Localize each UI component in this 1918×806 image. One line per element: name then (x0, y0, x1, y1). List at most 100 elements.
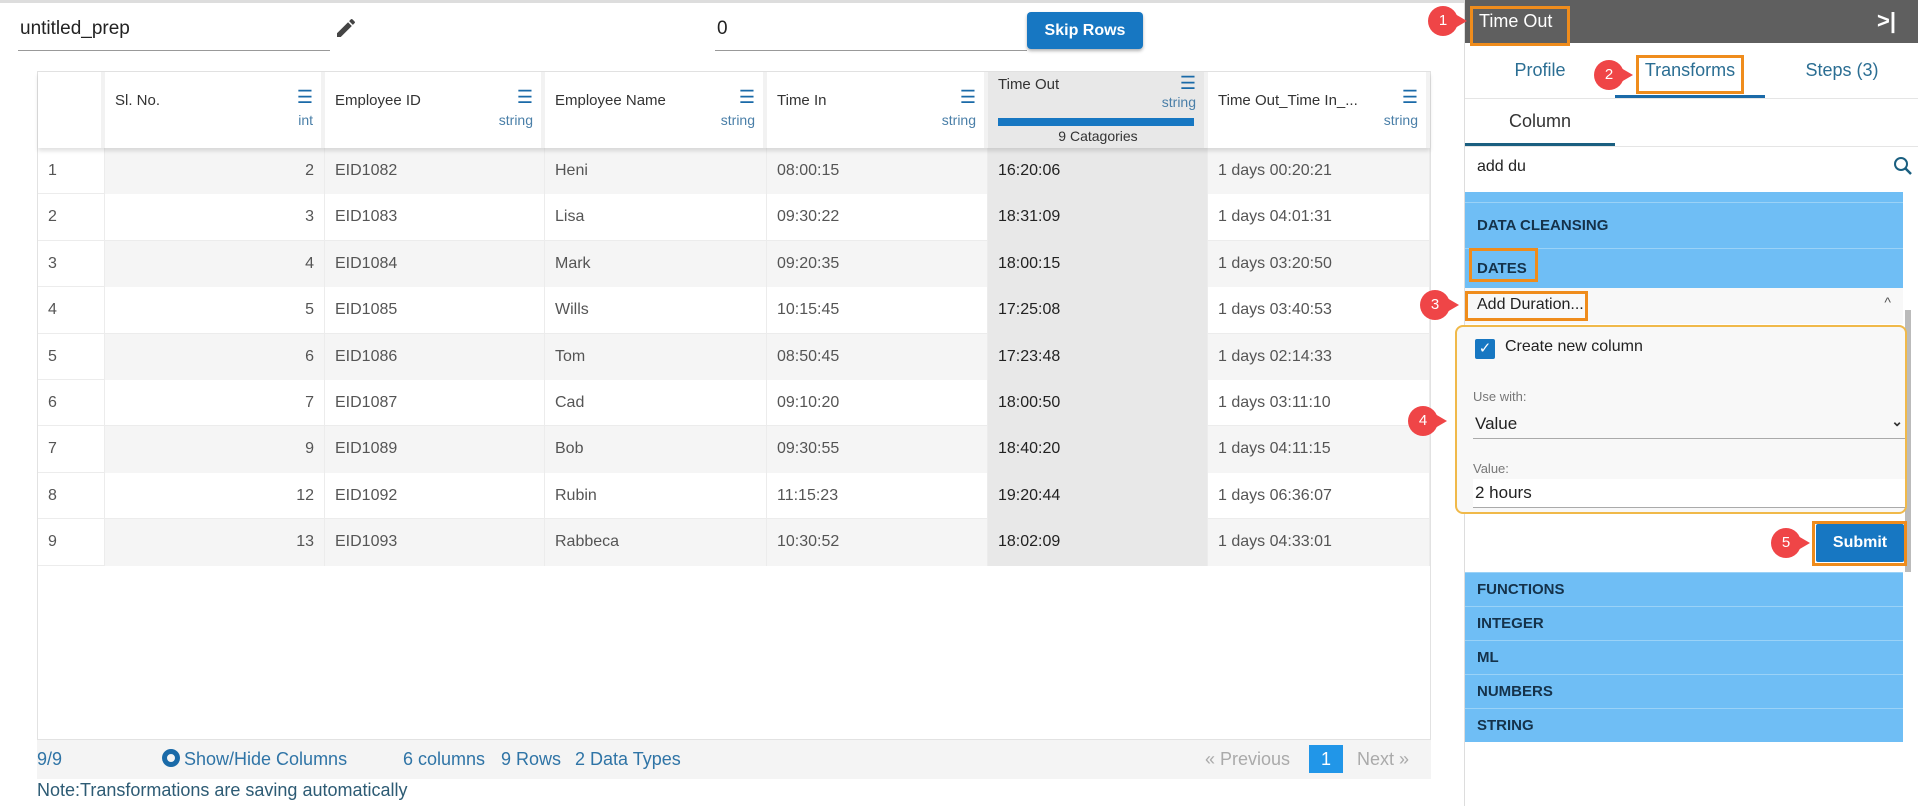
category-string[interactable]: STRING (1465, 708, 1903, 742)
value-input[interactable]: 2 hours (1473, 479, 1905, 508)
callout-4: 4 (1408, 406, 1447, 436)
table-cell: 1 days 03:11:10 (1208, 380, 1430, 427)
table-row[interactable]: 9 13 EID1093 Rabbeca 10:30:52 18:02:09 1 days … (38, 519, 1430, 566)
table-cell: 8 (38, 472, 105, 520)
use-with-label: Use with: (1473, 389, 1527, 404)
table-cell: 9 (38, 519, 105, 566)
table-cell: 1 days 02:14:33 (1208, 333, 1430, 380)
column-menu-icon[interactable]: ☰ (739, 88, 755, 106)
tab-profile[interactable]: Profile (1465, 43, 1615, 98)
column-menu-icon[interactable]: ☰ (1180, 74, 1196, 92)
column-menu-icon[interactable]: ☰ (960, 88, 976, 106)
table-cell: 3 (105, 194, 325, 241)
next-button[interactable]: Next » (1357, 749, 1409, 770)
table-row[interactable]: 1 2 EID1082 Heni 08:00:15 16:20:06 1 days 00:2… (38, 148, 1430, 195)
table-cell: EID1092 (325, 472, 545, 520)
column-header[interactable]: Sl. No. ☰ int (105, 72, 325, 148)
chevron-up-icon[interactable]: ^ (1884, 294, 1891, 310)
table-row[interactable]: 3 4 EID1084 Mark 09:20:35 18:00:15 1 days 03:2… (38, 240, 1430, 288)
tab-transforms[interactable]: Transforms (1615, 43, 1765, 98)
search-icon[interactable] (1893, 156, 1913, 181)
table-cell: EID1086 (325, 333, 545, 380)
table-cell: 2 (38, 194, 105, 241)
column-menu-icon[interactable]: ☰ (1402, 88, 1418, 106)
table-cell: 1 days 04:11:15 (1208, 426, 1430, 473)
table-cell: 17:25:08 (988, 287, 1208, 334)
category-numbers[interactable]: NUMBERS (1465, 674, 1903, 708)
table-cell: 08:00:15 (767, 148, 988, 195)
table-cell: 19:20:44 (988, 472, 1208, 520)
table-cell: 3 (38, 240, 105, 288)
table-header: Sl. No. ☰ int Employee ID ☰ string Employe… (38, 72, 1430, 148)
table-cell: 10:30:52 (767, 519, 988, 566)
table-cell: EID1085 (325, 287, 545, 334)
column-menu-icon[interactable]: ☰ (297, 88, 313, 106)
table-row[interactable]: 5 6 EID1086 Tom 08:50:45 17:23:48 1 days 02:14… (38, 333, 1430, 380)
table-row[interactable]: 4 5 EID1085 Wills 10:15:45 17:25:08 1 days 03:… (38, 287, 1430, 334)
table-cell: Cad (545, 380, 767, 427)
submit-button[interactable]: Submit (1816, 524, 1904, 562)
column-header[interactable]: Employee ID ☰ string (325, 72, 545, 148)
table-cell: 1 days 04:01:31 (1208, 194, 1430, 241)
skip-rows-input[interactable]: 0 (715, 0, 1027, 51)
collapse-right-icon[interactable]: >| (1877, 8, 1896, 34)
table-cell: 12 (105, 472, 325, 520)
table-cell: EID1084 (325, 240, 545, 288)
table-cell: 09:30:55 (767, 426, 988, 473)
table-cell: 9 (105, 426, 325, 473)
table-cell: 1 (38, 148, 105, 195)
table-cell: 6 (105, 333, 325, 380)
panel-title: Time Out (1479, 11, 1553, 31)
previous-button[interactable]: « Previous (1205, 749, 1290, 770)
skip-rows-button[interactable]: Skip Rows (1027, 12, 1143, 49)
column-label: Time Out_Time In_... (1218, 92, 1358, 109)
table-cell: 09:20:35 (767, 240, 988, 288)
column-label: Time In (777, 92, 827, 109)
category-dates[interactable]: DATES (1465, 248, 1903, 288)
column-header[interactable]: Time In ☰ string (767, 72, 988, 148)
column-menu-icon[interactable]: ☰ (517, 88, 533, 106)
column-header[interactable]: Time Out ☰ string 9 Catagories (988, 72, 1208, 148)
create-new-column-checkbox[interactable]: ✓ (1475, 339, 1495, 359)
add-duration-form: ✓ Create new column Use with: Value ⌄ Va… (1455, 325, 1907, 514)
transform-search-input[interactable]: add du (1477, 158, 1526, 176)
prep-name-input[interactable]: untitled_prep (18, 0, 330, 51)
table-row[interactable]: 7 9 EID1089 Bob 09:30:55 18:40:20 1 days 04:11… (38, 426, 1430, 473)
category-functions[interactable]: FUNCTIONS (1465, 572, 1903, 606)
transform-panel: Time Out >| Profile Transforms Steps (3)… (1455, 0, 1918, 806)
table-cell: EID1087 (325, 380, 545, 427)
table-cell: Bob (545, 426, 767, 473)
column-header[interactable]: Time Out_Time In_... ☰ string (1208, 72, 1430, 148)
data-table: Sl. No. ☰ int Employee ID ☰ string Employe… (37, 71, 1431, 740)
category-bar (998, 118, 1194, 126)
add-duration-label: Add Duration... (1477, 296, 1584, 313)
category-ml[interactable]: ML (1465, 640, 1903, 674)
table-cell: Heni (545, 148, 767, 195)
pencil-icon[interactable] (334, 16, 358, 40)
table-row[interactable]: 8 12 EID1092 Rubin 11:15:23 19:20:44 1 days 06… (38, 472, 1430, 520)
column-header[interactable]: Employee Name ☰ string (545, 72, 767, 148)
index-header (38, 72, 105, 148)
category-integer[interactable]: INTEGER (1465, 606, 1903, 640)
table-cell: 17:23:48 (988, 333, 1208, 380)
use-with-select[interactable]: Value ⌄ (1473, 407, 1905, 439)
show-hide-columns-button[interactable]: Show/Hide Columns (162, 749, 347, 770)
subtab-column[interactable]: Column (1465, 98, 1615, 146)
table-cell: 2 (105, 148, 325, 195)
table-cell: EID1089 (325, 426, 545, 473)
table-cell: 18:00:50 (988, 380, 1208, 427)
table-row[interactable]: 6 7 EID1087 Cad 09:10:20 18:00:50 1 days 03:11… (38, 380, 1430, 427)
tab-steps[interactable]: Steps (3) (1765, 43, 1918, 98)
table-row[interactable]: 2 3 EID1083 Lisa 09:30:22 18:31:09 1 days 04:0… (38, 194, 1430, 241)
callout-2: 2 (1594, 60, 1633, 90)
table-cell: EID1082 (325, 148, 545, 195)
column-label: Time Out (998, 76, 1060, 93)
table-cell: 6 (38, 380, 105, 427)
add-duration-item[interactable]: Add Duration... ^ (1465, 288, 1903, 324)
table-cell: 11:15:23 (767, 472, 988, 520)
chevron-down-icon: ⌄ (1891, 413, 1903, 429)
table-cell: 18:02:09 (988, 519, 1208, 566)
callout-5: 5 (1771, 528, 1810, 558)
category-data-cleansing[interactable]: DATA CLEANSING (1465, 202, 1903, 248)
page-1-button[interactable]: 1 (1309, 745, 1343, 773)
